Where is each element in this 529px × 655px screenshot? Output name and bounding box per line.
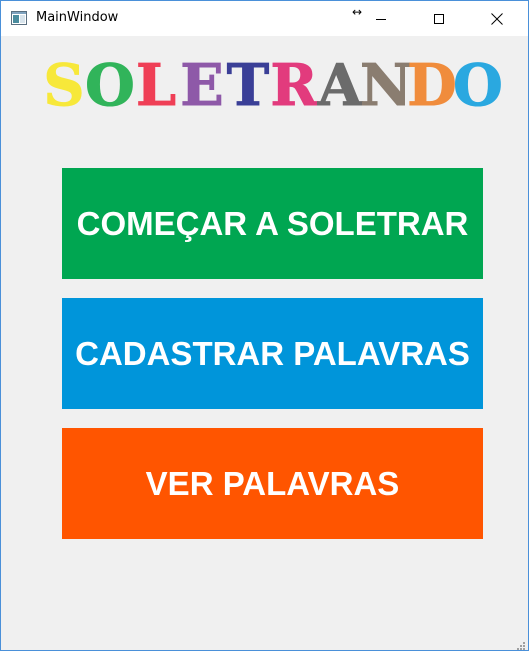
- logo-letter: E: [180, 52, 223, 113]
- window-app-icon: [11, 11, 27, 25]
- logo-letter: S: [43, 52, 84, 113]
- window-title: MainWindow: [36, 10, 119, 25]
- start-spelling-button[interactable]: COMEÇAR A SOLETRAR: [62, 168, 483, 279]
- close-icon: [491, 12, 503, 25]
- logo-letter: D: [407, 52, 456, 113]
- logo-letter: L: [136, 52, 176, 113]
- register-words-button[interactable]: CADASTRAR PALAVRAS: [62, 298, 483, 409]
- maximize-button[interactable]: [410, 1, 468, 36]
- logo-letter: A: [317, 52, 363, 113]
- logo-letter: O: [85, 52, 135, 113]
- logo-letter: R: [270, 52, 318, 113]
- logo-letter: O: [453, 52, 501, 113]
- title-bar[interactable]: MainWindow ↔: [1, 1, 528, 36]
- view-words-button[interactable]: VER PALAVRAS: [62, 428, 483, 539]
- minimize-icon: [376, 14, 386, 24]
- close-button[interactable]: [468, 1, 526, 36]
- logo-letter: N: [360, 52, 412, 113]
- logo-letter: T: [227, 52, 269, 113]
- main-window: MainWindow ↔ SOLETRANDO COMEÇAR A SOLETR…: [0, 0, 529, 651]
- minimize-button[interactable]: [352, 1, 410, 36]
- resize-grip-icon[interactable]: [515, 637, 525, 650]
- maximize-icon: [434, 13, 444, 24]
- app-logo: S O L E T R ANDO: [43, 52, 501, 114]
